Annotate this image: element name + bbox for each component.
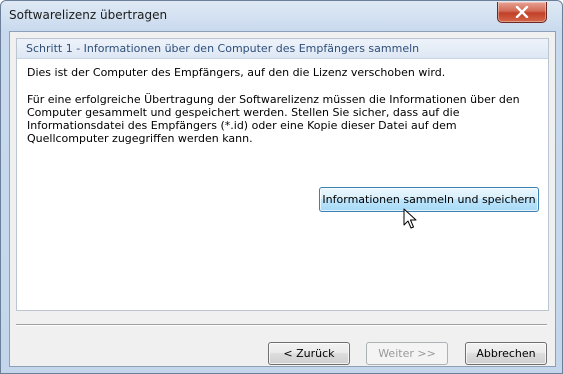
title-bar[interactable]: Softwarelizenz übertragen [1, 1, 562, 31]
dialog-window: Softwarelizenz übertragen Schritt 1 - In… [0, 0, 563, 374]
step-panel: Schritt 1 - Informationen über den Compu… [16, 38, 549, 311]
separator-line [16, 324, 547, 326]
step-title: Schritt 1 - Informationen über den Compu… [26, 42, 420, 55]
mouse-cursor-icon [403, 208, 417, 229]
cancel-button[interactable]: Abbrechen [465, 342, 547, 365]
next-button[interactable]: Weiter >> [366, 342, 448, 365]
back-button[interactable]: < Zurück [268, 342, 350, 365]
info-paragraph-line-3: Informationsdatei des Empfängers (*.id) … [27, 119, 457, 132]
info-paragraph-line-1: Für eine erfolgreiche Übertragung der So… [27, 93, 520, 106]
dialog-client-area: Schritt 1 - Informationen über den Compu… [9, 31, 556, 367]
info-text-target: Dies ist der Computer des Empfängers, au… [27, 66, 446, 79]
window-title: Softwarelizenz übertragen [9, 8, 168, 22]
close-icon [515, 6, 529, 18]
close-button[interactable] [497, 2, 547, 23]
info-paragraph-line-2: Computer gesammelt und gespeichert werde… [27, 106, 460, 119]
collect-save-button[interactable]: Informationen sammeln und speichern [319, 187, 539, 212]
info-paragraph-line-4: Quellcomputer zugegriffen werden kann. [27, 132, 253, 145]
step-header: Schritt 1 - Informationen über den Compu… [17, 39, 548, 59]
